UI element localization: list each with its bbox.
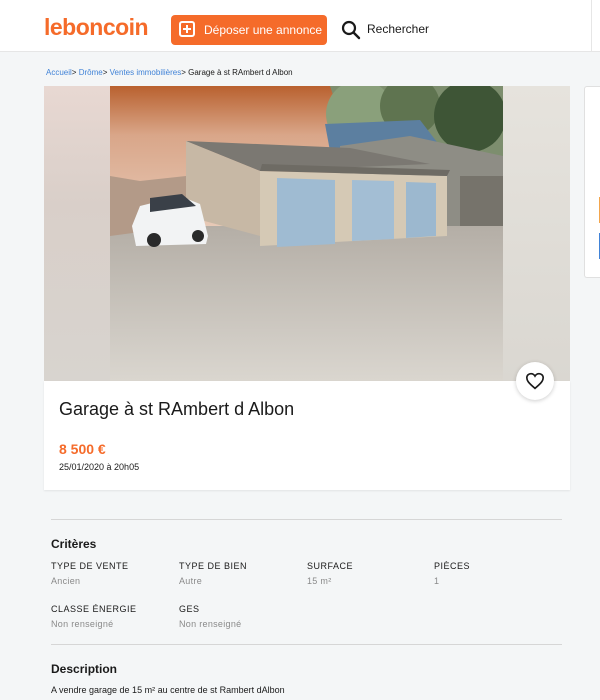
criteria-value: Autre [179,576,203,586]
header-divider [591,0,592,52]
post-ad-label: Déposer une annonce [204,23,323,37]
criteria-item: TYPE DE VENTE Ancien [51,561,129,586]
criteria-label: SURFACE [307,561,354,571]
leboncoin-logo[interactable]: leboncoin [44,14,149,41]
garage-photo-illustration [110,86,503,381]
criteria-item: GES Non renseigné [179,604,241,629]
listing-date: 25/01/2020 à 20h05 [59,462,140,472]
criteria-title: Critères [51,537,97,551]
side-contact-card[interactable] [584,86,600,278]
divider [51,644,562,645]
listing-price: 8 500 € [59,441,106,457]
breadcrumb: Accueil> Drôme> Ventes immobilières> Gar… [46,68,293,77]
search-label: Rechercher [367,22,430,36]
description-text: A vendre garage de 15 m² au centre de st… [51,685,285,695]
breadcrumb-category[interactable]: Ventes immobilières [110,68,182,77]
photo-blur-right [503,86,570,381]
criteria-item: SURFACE 15 m² [307,561,353,586]
listing-info-card [44,381,570,490]
breadcrumb-region[interactable]: Drôme [79,68,103,77]
criteria-item: CLASSE ÉNERGIE Non renseigné [51,604,137,629]
criteria-label: TYPE DE VENTE [51,561,129,571]
breadcrumb-home[interactable]: Accueil [46,68,72,77]
post-ad-button[interactable]: Déposer une annonce [171,15,327,45]
criteria-value: 15 m² [307,576,332,586]
criteria-value: Non renseigné [179,619,242,629]
listing-title: Garage à st RAmbert d Albon [59,399,295,419]
criteria-value: Ancien [51,576,81,586]
criteria-label: GES [179,604,200,614]
breadcrumb-separator: > [181,68,186,77]
criteria-label: PIÈCES [434,561,471,571]
criteria-item: PIÈCES 1 [434,561,470,586]
listing-photo[interactable]: leboncoin [110,86,503,381]
criteria-value: 1 [434,576,440,586]
search-icon [341,20,361,40]
criteria-item: TYPE DE BIEN Autre [179,561,247,586]
criteria-value: Non renseigné [51,619,114,629]
plus-square-icon [179,21,195,37]
description-title: Description [51,662,118,676]
favorite-button[interactable] [516,362,554,400]
criteria-label: CLASSE ÉNERGIE [51,604,137,614]
breadcrumb-separator: > [102,68,108,77]
divider [51,519,562,520]
photo-gallery[interactable]: leboncoin [44,86,570,381]
heart-icon [525,372,545,390]
breadcrumb-separator: > [71,68,77,77]
breadcrumb-current: Garage à st RAmbert d Albon [188,68,293,77]
photo-blur-left [44,86,110,381]
criteria-label: TYPE DE BIEN [179,561,248,571]
top-header: leboncoin Déposer une annonce Rechercher [0,0,600,52]
